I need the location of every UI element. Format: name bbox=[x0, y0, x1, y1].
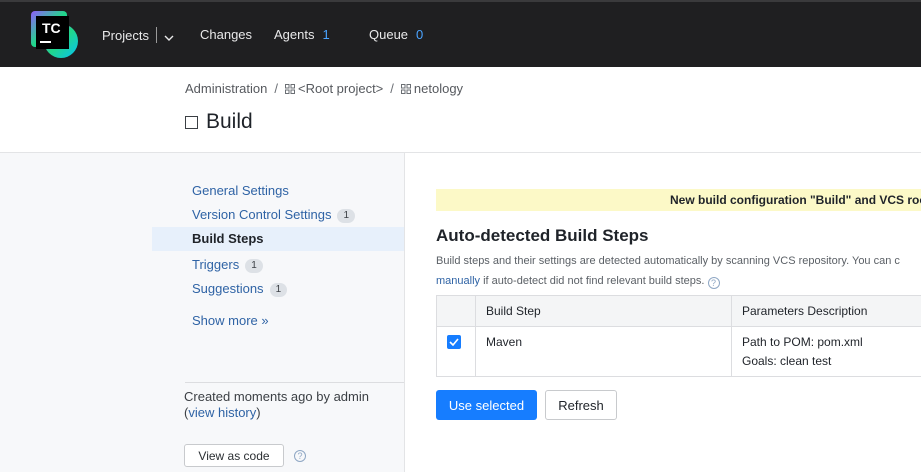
column-header-parameters: Parameters Description bbox=[742, 304, 868, 318]
help-icon[interactable]: ? bbox=[707, 277, 720, 289]
breadcrumb-separator: / bbox=[274, 81, 278, 96]
sidebar-item-label: Triggers bbox=[192, 257, 240, 272]
description-line-2: if auto-detect did not find relevant bui… bbox=[480, 275, 705, 287]
show-more-link[interactable]: Show more » bbox=[192, 313, 269, 329]
top-navigation-bar: TC Projects Changes Agents 1 Queue 0 bbox=[0, 0, 921, 67]
paren-close: ) bbox=[256, 405, 261, 420]
build-config-icon bbox=[185, 115, 198, 129]
sidebar-item-label: Suggestions bbox=[192, 281, 264, 296]
manually-link[interactable]: manually bbox=[436, 275, 480, 287]
sidebar-item-general-settings[interactable]: General Settings bbox=[192, 183, 289, 199]
created-info: Created moments ago by admin (view histo… bbox=[184, 389, 369, 421]
sidebar-item-label: General Settings bbox=[192, 183, 289, 198]
sidebar-item-build-steps[interactable]: Build Steps bbox=[192, 231, 264, 246]
projects-menu[interactable]: Projects bbox=[102, 27, 174, 45]
count-badge: 1 bbox=[337, 209, 356, 223]
param-line: Goals: clean test bbox=[742, 354, 832, 368]
parameters-description: Path to POM: pom.xml Goals: clean test bbox=[742, 333, 863, 371]
sidebar-active-highlight bbox=[152, 227, 404, 251]
breadcrumb-administration[interactable]: Administration bbox=[185, 81, 267, 96]
chevron-down-icon[interactable] bbox=[164, 29, 174, 45]
column-divider bbox=[475, 296, 476, 376]
count-badge: 1 bbox=[269, 283, 288, 297]
projects-label: Projects bbox=[102, 28, 149, 43]
section-description: Build steps and their settings are detec… bbox=[436, 251, 900, 291]
sidebar-item-triggers[interactable]: Triggers 1 bbox=[192, 257, 263, 273]
view-history-link[interactable]: view history bbox=[188, 405, 256, 420]
refresh-button[interactable]: Refresh bbox=[545, 390, 617, 420]
agents-label: Agents bbox=[274, 27, 315, 42]
column-divider bbox=[731, 296, 732, 376]
section-title: Auto-detected Build Steps bbox=[436, 226, 649, 245]
sidebar-item-version-control-settings[interactable]: Version Control Settings 1 bbox=[192, 207, 356, 223]
top-edge bbox=[0, 0, 921, 2]
sidebar-item-label: Version Control Settings bbox=[192, 207, 332, 222]
checkmark-icon bbox=[449, 338, 459, 346]
created-text: Created moments ago by admin bbox=[184, 389, 369, 404]
teamcity-logo[interactable]: TC bbox=[31, 11, 79, 59]
breadcrumb: Administration / <Root project> / netology bbox=[185, 81, 463, 97]
help-icon[interactable]: ? bbox=[294, 450, 306, 462]
breadcrumb-root-project[interactable]: <Root project> bbox=[298, 81, 383, 96]
project-grid-icon bbox=[285, 82, 295, 97]
description-line-1: Build steps and their settings are detec… bbox=[436, 255, 900, 267]
changes-link[interactable]: Changes bbox=[200, 27, 252, 43]
breadcrumb-separator: / bbox=[390, 81, 394, 96]
sidebar-divider bbox=[185, 382, 404, 383]
column-header-build-step: Build Step bbox=[486, 304, 541, 318]
build-steps-table: Build Step Parameters Description Maven … bbox=[436, 295, 921, 377]
build-step-name: Maven bbox=[486, 335, 523, 349]
notice-text: New build configuration "Build" and VCS … bbox=[670, 193, 921, 207]
breadcrumb-netology[interactable]: netology bbox=[414, 81, 463, 96]
queue-link[interactable]: Queue 0 bbox=[369, 27, 423, 43]
project-grid-icon bbox=[400, 82, 411, 97]
agents-count: 1 bbox=[322, 27, 330, 42]
use-selected-button[interactable]: Use selected bbox=[436, 390, 537, 420]
param-line: Path to POM: pom.xml bbox=[742, 335, 863, 349]
row-checkbox[interactable] bbox=[447, 335, 461, 349]
page-title-text: Build bbox=[206, 110, 253, 133]
projects-separator bbox=[155, 27, 157, 43]
count-badge: 1 bbox=[245, 259, 263, 273]
sidebar-item-suggestions[interactable]: Suggestions 1 bbox=[192, 281, 288, 297]
notice-banner: New build configuration "Build" and VCS … bbox=[436, 189, 921, 211]
view-as-code-button[interactable]: View as code bbox=[184, 444, 284, 467]
changes-label: Changes bbox=[200, 27, 253, 42]
queue-count: 0 bbox=[416, 27, 424, 42]
queue-label: Queue bbox=[369, 27, 409, 42]
page-title: Build bbox=[185, 110, 253, 134]
agents-link[interactable]: Agents 1 bbox=[274, 27, 330, 43]
logo-text: TC bbox=[42, 20, 61, 36]
